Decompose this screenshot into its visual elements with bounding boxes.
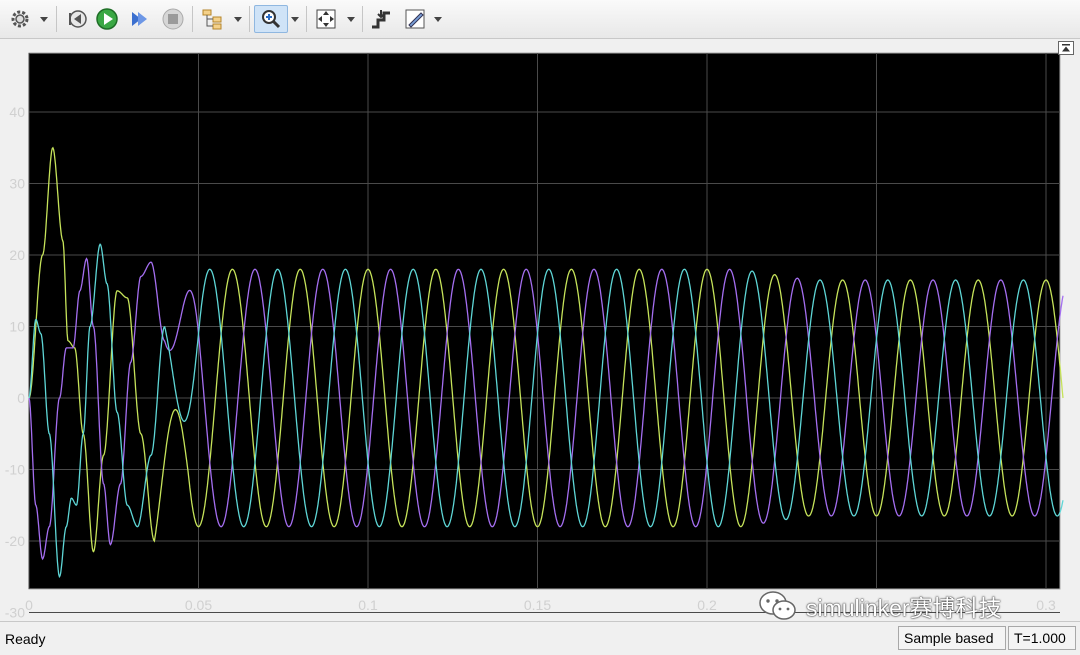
status-text: Ready (5, 631, 46, 647)
y-tick-label: -20 (5, 533, 25, 549)
fit-to-view-icon[interactable] (312, 5, 340, 33)
y-tick-label: -10 (5, 462, 25, 478)
toolbar-separator (306, 6, 307, 32)
toolbar-separator (192, 6, 193, 32)
settings-dropdown-arrow[interactable] (39, 12, 49, 26)
scope-plot[interactable]: 0 0.05 0.1 0.15 0.2 0.25 0.3403020100-10-20-30 (0, 39, 1080, 620)
x-tick-label: 0.1 (358, 597, 378, 613)
scope-plot-panel: 0 0.05 0.1 0.15 0.2 0.25 0.3 40 30 20 10 0 -10 -20 -30 (0, 39, 1080, 620)
y-tick-label: 30 (9, 176, 25, 192)
simulation-time-indicator: T=1.000 (1008, 626, 1076, 650)
cursor-measurements-icon[interactable] (367, 5, 395, 33)
x-tick-label: 0.2 (697, 597, 717, 613)
zoom-dropdown-arrow[interactable] (290, 12, 300, 26)
signal-hierarchy-icon[interactable] (199, 5, 227, 33)
wechat-icon (759, 591, 796, 620)
y-tick-label: -30 (5, 605, 25, 621)
sample-mode-indicator: Sample based (898, 626, 1006, 650)
y-tick-label: 40 (9, 104, 25, 120)
watermark: simulinker赛博科技 (758, 589, 1002, 623)
style-dropdown-arrow[interactable] (433, 12, 443, 26)
run-icon[interactable] (93, 5, 121, 33)
fit-dropdown-arrow[interactable] (346, 12, 356, 26)
y-tick-label: 0 (17, 390, 25, 406)
x-tick-label: 0.05 (185, 597, 212, 613)
watermark-text: simulinker赛博科技 (806, 595, 1002, 621)
signal-hierarchy-dropdown-arrow[interactable] (233, 12, 243, 26)
y-tick-label: 10 (9, 319, 25, 335)
toolbar (0, 0, 1080, 39)
plot-area (28, 52, 1061, 590)
y-tick-label: 20 (9, 247, 25, 263)
toolbar-separator (56, 6, 57, 32)
expand-legend-button[interactable] (1058, 41, 1074, 55)
settings-icon[interactable] (6, 5, 34, 33)
step-forward-icon[interactable] (125, 5, 153, 33)
x-tick-label: 0 (25, 597, 33, 613)
toolbar-separator (249, 6, 250, 32)
step-back-icon[interactable] (63, 5, 91, 33)
zoom-icon[interactable] (254, 5, 288, 33)
toolbar-separator (362, 6, 363, 32)
x-tick-label: 0.15 (524, 597, 551, 613)
status-bar: Ready Sample based T=1.000 (0, 621, 1080, 655)
x-tick-label: 0.3 (1036, 597, 1056, 613)
style-icon[interactable] (401, 5, 429, 33)
stop-icon[interactable] (159, 5, 187, 33)
